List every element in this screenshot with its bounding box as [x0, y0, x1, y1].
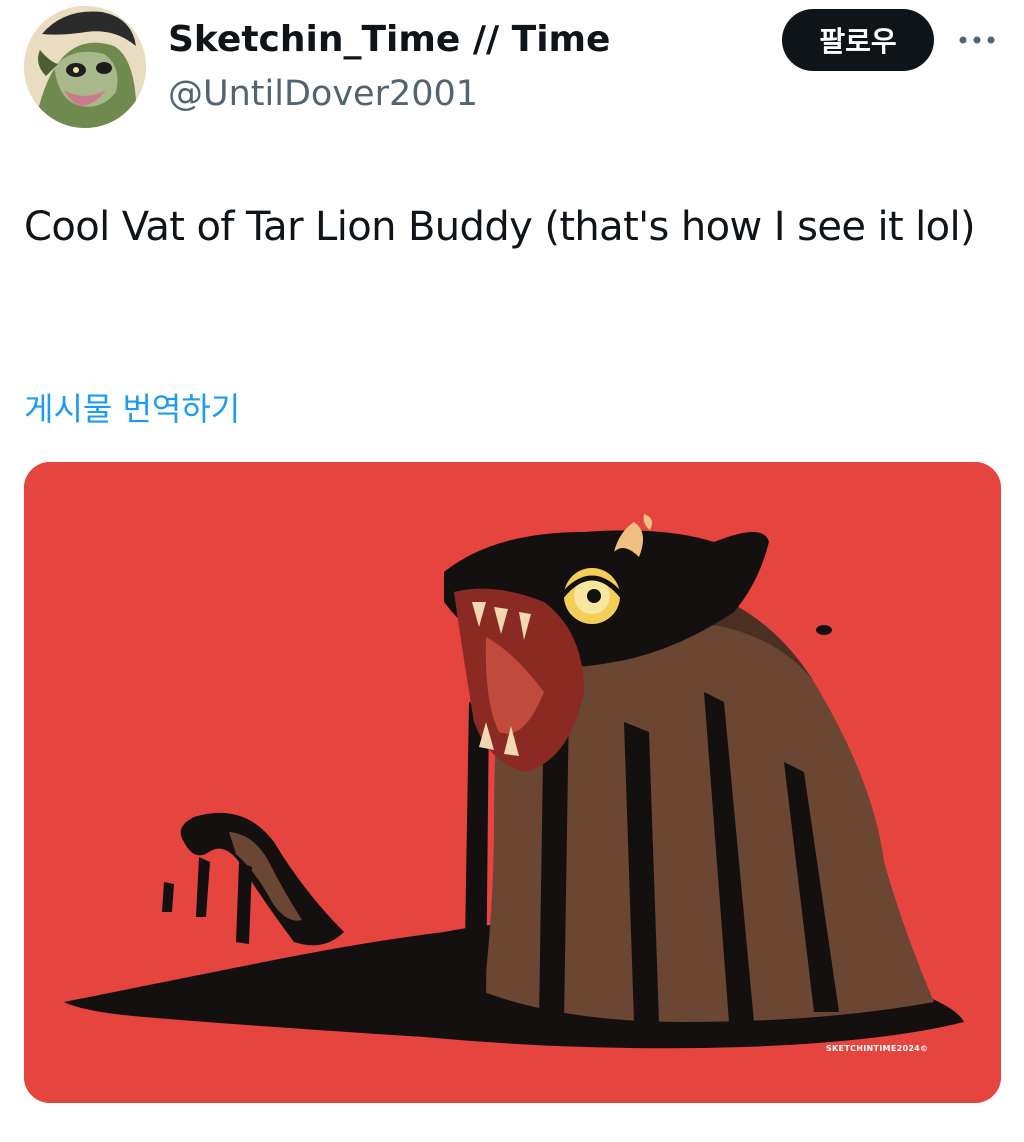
artist-signature: SKETCHINTIME2024© [826, 1044, 929, 1053]
more-horizontal-icon [959, 36, 995, 44]
author-handle[interactable]: @UntilDover2001 [168, 70, 478, 118]
tweet-text: Cool Vat of Tar Lion Buddy (that's how I… [24, 204, 976, 250]
translate-post-link[interactable]: 게시물 번역하기 [24, 386, 240, 432]
follow-button[interactable]: 팔로우 [782, 9, 934, 71]
tar-lion-artwork [24, 462, 1001, 1103]
more-options-button[interactable] [952, 22, 1002, 58]
author-display-name[interactable]: Sketchin_Time // Time [168, 14, 610, 66]
author-avatar[interactable] [24, 6, 146, 128]
avatar-illustration [24, 6, 146, 128]
tweet-media-image[interactable]: SKETCHINTIME2024© [24, 462, 1001, 1103]
